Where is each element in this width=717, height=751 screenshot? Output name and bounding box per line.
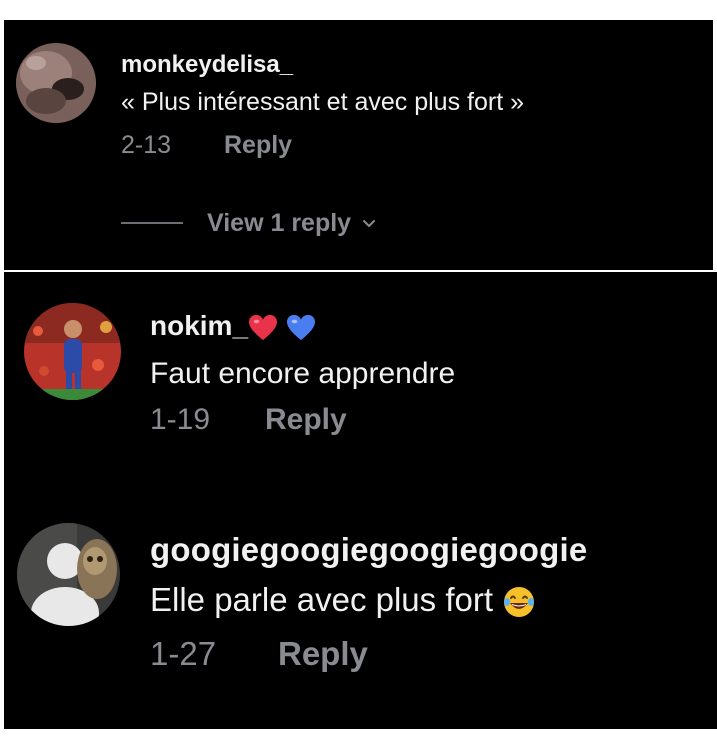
reply-button[interactable]: Reply: [278, 635, 368, 673]
avatar[interactable]: [16, 43, 96, 123]
comment-date: 1-27: [150, 635, 217, 672]
laughing-tears-icon: [504, 587, 535, 618]
blue-heart-icon: [287, 314, 316, 340]
view-replies-button[interactable]: View 1 reply: [121, 207, 377, 239]
avatar[interactable]: [24, 303, 121, 400]
comment-username[interactable]: nokim_: [150, 310, 316, 342]
comment-text: Elle parle avec plus fort: [150, 581, 536, 619]
chevron-down-icon: [363, 220, 376, 227]
comment-date: 2-13: [121, 131, 172, 159]
reply-button[interactable]: Reply: [265, 403, 347, 437]
comment-text: « Plus intéressant et avec plus fort »: [121, 88, 524, 116]
comment-text-body: Elle parle avec plus fort: [150, 581, 494, 618]
comment-username[interactable]: monkeydelisa_: [121, 51, 293, 79]
comment-date: 1-19: [150, 403, 211, 436]
avatar[interactable]: [17, 523, 120, 626]
divider-line: [121, 222, 183, 224]
username-text: nokim_: [150, 310, 249, 341]
comment-text: Faut encore apprendre: [150, 357, 456, 390]
view-replies-label: View 1 reply: [207, 208, 352, 237]
comment-panel: [4, 272, 717, 534]
red-heart-icon: [249, 314, 278, 340]
comment-username[interactable]: googiegoogiegoogiegoogie: [150, 531, 587, 569]
reply-button[interactable]: Reply: [224, 131, 292, 160]
